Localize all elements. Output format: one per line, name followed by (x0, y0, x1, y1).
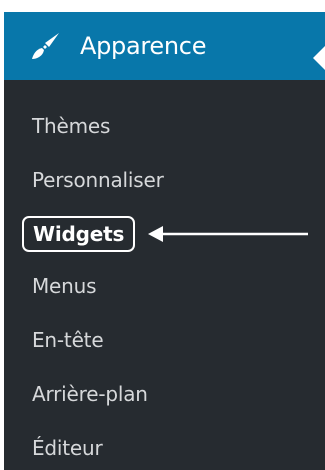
paintbrush-icon (32, 33, 59, 59)
submenu-item-editeur[interactable]: Éditeur (32, 432, 103, 464)
menu-header-label: Apparence (80, 32, 207, 60)
active-menu-pointer (313, 46, 325, 70)
admin-menu: Apparence Thèmes Personnaliser Widgets M… (0, 0, 325, 470)
annotation-arrow-icon (148, 226, 308, 242)
submenu-item-themes[interactable]: Thèmes (32, 110, 110, 142)
submenu-item-widgets[interactable]: Widgets (22, 216, 136, 252)
submenu-item-menus[interactable]: Menus (32, 270, 97, 302)
submenu-item-personnaliser[interactable]: Personnaliser (32, 164, 164, 196)
menu-header-apparence[interactable]: Apparence (4, 12, 325, 80)
submenu-item-arriere-plan[interactable]: Arrière-plan (32, 378, 148, 410)
submenu-item-en-tete[interactable]: En-tête (32, 324, 104, 356)
